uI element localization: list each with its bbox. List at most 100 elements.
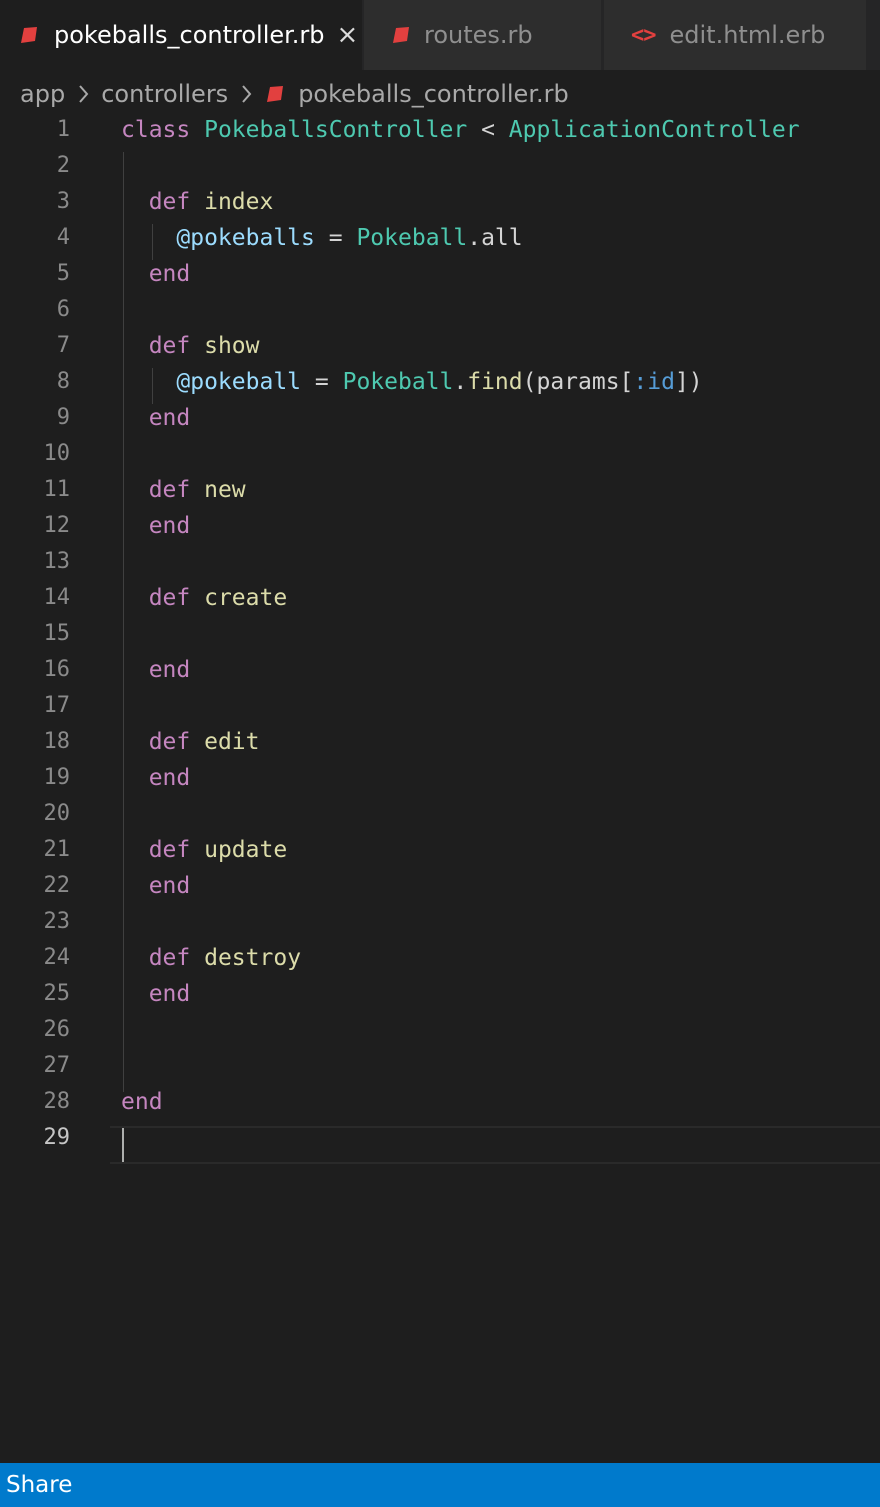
code-text: end	[121, 652, 191, 688]
operator: =	[328, 225, 343, 251]
code-text: def show	[121, 328, 260, 364]
method-name: show	[204, 333, 260, 359]
method-call: .all	[467, 225, 523, 251]
ruby-icon	[393, 27, 409, 43]
keyword: end	[148, 981, 191, 1007]
code-line: 6	[0, 292, 880, 328]
line-number: 13	[43, 549, 71, 574]
keyword: end	[148, 657, 191, 683]
line-number: 28	[43, 1089, 71, 1114]
code-text: def create	[121, 580, 288, 616]
keyword: def	[148, 729, 191, 755]
tab-bar: pokeballs_controller.rb × routes.rb <> e…	[0, 0, 880, 70]
line-number: 8	[56, 369, 70, 394]
operator: =	[314, 369, 329, 395]
code-line: 17	[0, 688, 880, 724]
html-code-icon: <>	[631, 22, 656, 48]
code-text: end	[121, 868, 191, 904]
chevron-right-icon	[242, 85, 252, 103]
method-name: new	[204, 477, 246, 503]
tab-routes[interactable]: routes.rb	[364, 0, 601, 70]
code-text: def new	[121, 472, 246, 508]
code-line: 16 end	[0, 652, 880, 688]
code-line: 5 end	[0, 256, 880, 292]
keyword: end	[148, 765, 191, 791]
code-editor[interactable]: 1 class PokeballsController < Applicatio…	[0, 112, 880, 1462]
code-line: 20	[0, 796, 880, 832]
line-number: 15	[43, 621, 71, 646]
line-number: 29	[43, 1125, 71, 1150]
params-open: (params[	[522, 369, 634, 395]
code-text: def index	[121, 184, 274, 220]
code-text: end	[121, 760, 191, 796]
code-text: @pokeball = Pokeball.find(params[:id])	[121, 364, 703, 400]
ruby-icon	[267, 86, 284, 102]
code-line: 2	[0, 148, 880, 184]
breadcrumb-item-app[interactable]: app	[20, 80, 65, 108]
keyword: def	[148, 477, 191, 503]
code-line: 9 end	[0, 400, 880, 436]
line-number: 1	[56, 117, 70, 142]
share-button[interactable]: Share	[6, 1472, 72, 1498]
breadcrumb-item-file[interactable]: pokeballs_controller.rb	[298, 80, 569, 108]
code-text: def update	[121, 832, 288, 868]
line-number: 7	[56, 333, 70, 358]
line-number: 5	[56, 261, 70, 286]
code-line: 19 end	[0, 760, 880, 796]
code-line: 24 def destroy	[0, 940, 880, 976]
tab-label: routes.rb	[424, 21, 533, 49]
line-number: 25	[43, 981, 71, 1006]
line-number: 24	[43, 945, 71, 970]
instance-variable: @pokeball	[176, 369, 302, 395]
keyword: end	[148, 405, 191, 431]
code-line: 1 class PokeballsController < Applicatio…	[0, 112, 880, 148]
line-number: 23	[43, 909, 71, 934]
keyword: def	[148, 837, 191, 863]
ruby-icon	[21, 27, 37, 43]
status-bar: Share	[0, 1463, 880, 1507]
method-name: destroy	[204, 945, 302, 971]
code-text: @pokeballs = Pokeball.all	[121, 220, 523, 256]
method-name: update	[204, 837, 288, 863]
tab-edit-html-erb[interactable]: <> edit.html.erb	[604, 0, 866, 70]
line-number: 20	[43, 801, 71, 826]
params-close: ])	[674, 369, 703, 395]
method-name: index	[204, 189, 274, 215]
class-name: ApplicationController	[508, 117, 800, 143]
keyword: end	[148, 261, 191, 287]
dot: .	[453, 369, 468, 395]
line-number: 12	[43, 513, 71, 538]
keyword: def	[148, 945, 191, 971]
keyword: def	[148, 333, 191, 359]
code-text: end	[121, 400, 191, 436]
code-line: 18 def edit	[0, 724, 880, 760]
line-number: 21	[43, 837, 71, 862]
code-text: end	[121, 256, 191, 292]
code-text: def destroy	[121, 940, 301, 976]
line-number: 27	[43, 1053, 71, 1078]
class-name: Pokeball	[342, 369, 454, 395]
line-number: 19	[43, 765, 71, 790]
line-number: 10	[43, 441, 71, 466]
class-name: PokeballsController	[204, 117, 468, 143]
code-text: end	[121, 508, 191, 544]
breadcrumb-item-controllers[interactable]: controllers	[101, 80, 228, 108]
keyword: def	[148, 585, 191, 611]
code-line: 12 end	[0, 508, 880, 544]
keyword: end	[148, 513, 191, 539]
line-number: 14	[43, 585, 71, 610]
line-number: 3	[56, 189, 70, 214]
code-line: 22 end	[0, 868, 880, 904]
code-text: end	[121, 1084, 163, 1120]
line-number: 26	[43, 1017, 71, 1042]
code-text: class PokeballsController < ApplicationC…	[121, 112, 800, 148]
line-number: 6	[56, 297, 70, 322]
symbol: :id	[633, 369, 675, 395]
keyword: class	[121, 117, 191, 143]
code-line: 3 def index	[0, 184, 880, 220]
tab-pokeballs-controller[interactable]: pokeballs_controller.rb ×	[0, 0, 362, 70]
close-icon[interactable]: ×	[337, 22, 359, 48]
operator: <	[481, 117, 495, 143]
code-text: end	[121, 976, 191, 1012]
code-line: 7 def show	[0, 328, 880, 364]
